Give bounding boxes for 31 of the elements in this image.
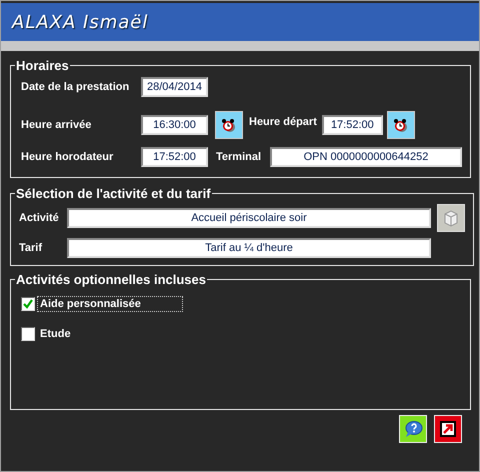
checkbox[interactable] xyxy=(21,327,35,341)
field-label: Terminal xyxy=(216,151,262,163)
alarm-clock-icon xyxy=(392,117,409,133)
checkbox[interactable] xyxy=(21,297,35,311)
date-field[interactable]: 28/04/2014 xyxy=(141,77,208,97)
terminal-field[interactable]: OPN 0000000000644252 xyxy=(270,147,462,167)
field-label: Activité xyxy=(19,212,60,224)
field-label: Tarif xyxy=(19,242,44,254)
field-label: Heure arrivée xyxy=(20,119,92,131)
dice-icon xyxy=(443,209,459,227)
exit-button[interactable] xyxy=(434,415,462,443)
time-field[interactable]: 17:52:00 xyxy=(322,115,383,135)
field-label: Date de la prestation xyxy=(20,81,130,93)
checkbox-label[interactable]: Etude xyxy=(37,326,74,342)
group-legend: Activités optionnelles incluses xyxy=(15,272,207,287)
checkbox-label[interactable]: Aide personnalisée xyxy=(37,296,183,312)
exit-arrow-icon xyxy=(440,421,456,437)
clock-button[interactable] xyxy=(386,111,415,139)
help-bubble-icon xyxy=(403,420,423,438)
group-legend: Horaires xyxy=(15,58,70,73)
window-title: ALAXA Ismaël xyxy=(12,12,148,32)
rate-field[interactable]: Tarif au ¼ d'heure xyxy=(67,238,431,258)
field-label: Heure horodateur xyxy=(20,151,114,163)
group-legend: Sélection de l'activité et du tarif xyxy=(15,186,212,201)
clock-button[interactable] xyxy=(215,111,243,139)
field-label: Heure départ xyxy=(249,116,317,128)
time-field[interactable]: 17:52:00 xyxy=(141,147,208,167)
time-field[interactable]: 16:30:00 xyxy=(141,115,208,135)
alarm-clock-icon xyxy=(221,117,237,133)
activity-field[interactable]: Accueil périscolaire soir xyxy=(67,208,431,228)
help-button[interactable] xyxy=(399,415,427,443)
